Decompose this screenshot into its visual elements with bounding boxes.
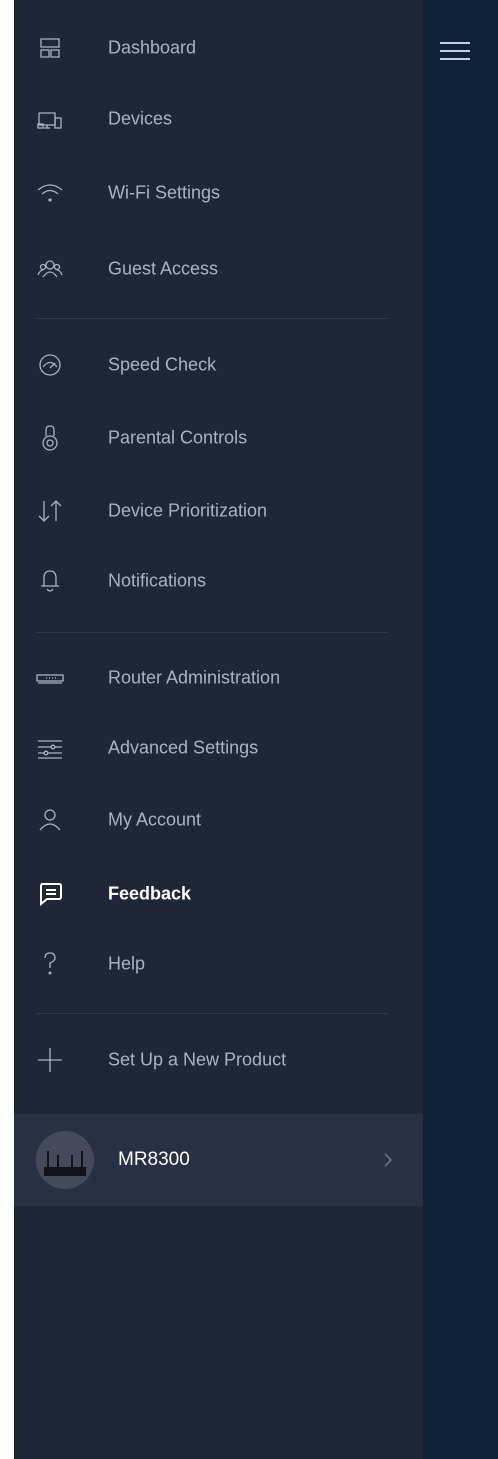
user-icon bbox=[36, 806, 64, 834]
chevron-right-icon bbox=[382, 1152, 394, 1168]
router-list-item[interactable]: MR8300 bbox=[14, 1114, 423, 1206]
menu-item-label: Notifications bbox=[108, 570, 207, 591]
menu-item-label: Advanced Settings bbox=[108, 737, 259, 758]
menu-item-guest-access[interactable]: Guest Access bbox=[14, 249, 423, 289]
parental-lock-icon bbox=[36, 424, 64, 452]
question-mark-icon bbox=[36, 950, 64, 978]
menu-item-label: Speed Check bbox=[108, 354, 217, 375]
menu-item-label: Device Prioritization bbox=[108, 500, 268, 521]
sliders-icon bbox=[36, 734, 64, 762]
menu-item-label: Feedback bbox=[108, 883, 192, 904]
menu-item-feedback[interactable]: Feedback bbox=[14, 874, 423, 914]
guest-access-icon bbox=[36, 255, 64, 283]
menu-item-label: Devices bbox=[108, 108, 173, 129]
menu-divider bbox=[36, 318, 388, 319]
menu-item-speed-check[interactable]: Speed Check bbox=[14, 345, 423, 385]
menu-item-notifications[interactable]: Notifications bbox=[14, 561, 423, 601]
plus-icon bbox=[36, 1046, 64, 1074]
menu-item-label: Parental Controls bbox=[108, 427, 248, 448]
bell-icon bbox=[36, 567, 64, 595]
menu-item-label: Set Up a New Product bbox=[108, 1049, 287, 1070]
menu-item-my-account[interactable]: My Account bbox=[14, 800, 423, 840]
menu-item-advanced-settings[interactable]: Advanced Settings bbox=[14, 728, 423, 768]
router-name: MR8300 bbox=[118, 1149, 190, 1170]
menu-item-label: Router Administration bbox=[108, 667, 281, 688]
wifi-icon bbox=[36, 179, 64, 207]
hamburger-menu-icon[interactable] bbox=[440, 40, 470, 62]
menu-divider bbox=[36, 1013, 388, 1014]
menu-item-label: My Account bbox=[108, 809, 202, 830]
menu-item-label: Help bbox=[108, 953, 146, 974]
dashboard-icon bbox=[36, 34, 64, 62]
menu-item-devices[interactable]: Devices bbox=[14, 99, 423, 139]
menu-item-set-up-new-product[interactable]: Set Up a New Product bbox=[14, 1040, 423, 1080]
menu-item-device-prioritization[interactable]: Device Prioritization bbox=[14, 491, 423, 531]
feedback-icon bbox=[36, 880, 64, 908]
main-content-pane bbox=[423, 0, 498, 1459]
priority-arrows-icon bbox=[36, 497, 64, 525]
menu-item-label: Dashboard bbox=[108, 37, 197, 58]
menu-item-wifi-settings[interactable]: Wi-Fi Settings bbox=[14, 173, 423, 213]
menu-item-label: Guest Access bbox=[108, 258, 219, 279]
devices-icon bbox=[36, 105, 64, 133]
router-icon bbox=[36, 664, 64, 692]
router-avatar bbox=[36, 1131, 94, 1189]
menu-item-label: Wi-Fi Settings bbox=[108, 182, 221, 203]
speedometer-icon bbox=[36, 351, 64, 379]
menu-item-parental-controls[interactable]: Parental Controls bbox=[14, 418, 423, 458]
menu-item-router-administration[interactable]: Router Administration bbox=[14, 658, 423, 698]
menu-item-help[interactable]: Help bbox=[14, 944, 423, 984]
menu-item-dashboard[interactable]: Dashboard bbox=[14, 28, 423, 68]
menu-divider bbox=[36, 632, 388, 633]
